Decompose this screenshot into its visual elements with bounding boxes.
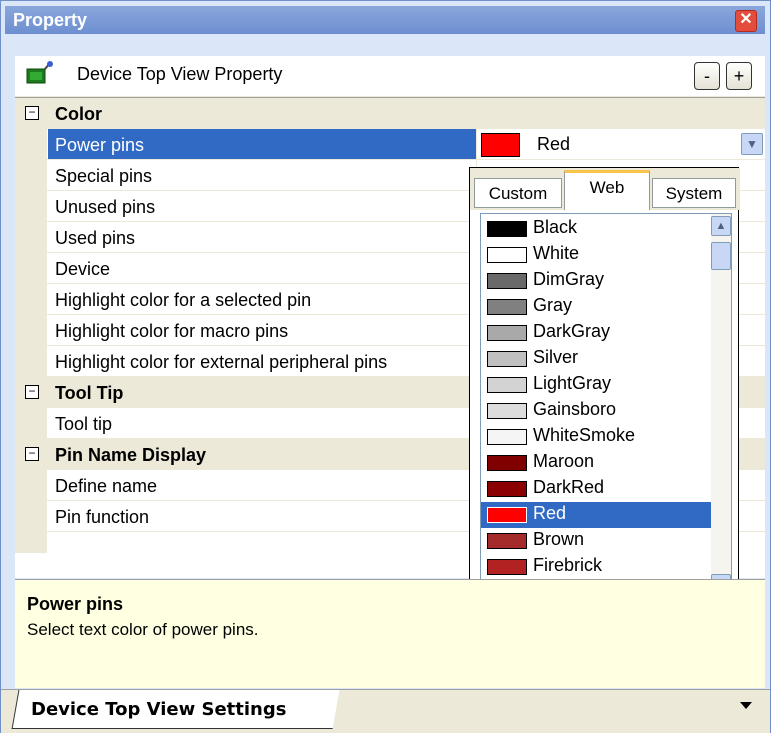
selected-color-swatch [481, 133, 520, 157]
color-swatch [487, 351, 527, 367]
color-swatch [487, 429, 527, 445]
title-bar: Property ✕ [5, 6, 765, 34]
category-row[interactable]: − Color [15, 98, 765, 129]
tab-device-top-view-settings-label: Device Top View Settings [31, 699, 287, 720]
color-list-item[interactable]: Gainsboro [481, 398, 711, 424]
document-tab-strip: Device Top View Settings [1, 689, 770, 733]
close-icon: ✕ [739, 11, 753, 28]
color-name: Gray [533, 295, 573, 315]
color-swatch [487, 221, 527, 237]
collapse-icon[interactable]: − [25, 106, 39, 120]
selected-color-name: Red [537, 134, 571, 154]
color-name: Brown [533, 529, 585, 549]
property-name: Used pins [55, 228, 136, 248]
property-name: Highlight color for macro pins [55, 321, 289, 341]
property-name: Device [55, 259, 111, 279]
color-swatch [487, 273, 527, 289]
color-name: LightGray [533, 373, 612, 393]
property-name: Pin function [55, 507, 150, 527]
category-label: Tool Tip [55, 383, 124, 403]
color-swatch [487, 559, 527, 575]
color-list-item[interactable]: DimGray [481, 268, 711, 294]
property-name: Define name [55, 476, 158, 496]
color-list-scrollbar[interactable]: ▲ ▼ [711, 214, 731, 596]
close-button[interactable]: ✕ [735, 10, 757, 32]
color-list-item[interactable]: Red [481, 502, 711, 528]
category-label: Color [55, 104, 102, 124]
device-chip-icon [26, 61, 53, 84]
collapse-button[interactable]: - [694, 62, 720, 90]
tab-menu-arrow-icon[interactable] [740, 702, 752, 709]
dropdown-toggle-button[interactable]: ▼ [741, 133, 763, 155]
color-picker-dropdown: Custom Web System Black White DimGray Gray D… [469, 167, 740, 604]
color-list-item[interactable]: DarkRed [481, 476, 711, 502]
color-swatch [487, 377, 527, 393]
tab-web[interactable]: Web [564, 170, 650, 210]
color-swatch [487, 403, 527, 419]
category-label: Pin Name Display [55, 445, 207, 465]
description-text: Select text color of power pins. [27, 620, 259, 639]
tab-custom[interactable]: Custom [474, 178, 562, 208]
property-name: Special pins [55, 166, 153, 186]
property-name: Unused pins [55, 197, 156, 217]
color-list-item[interactable]: DarkGray [481, 320, 711, 346]
property-name: Power pins [55, 135, 145, 155]
color-name: Gainsboro [533, 399, 617, 419]
color-list-item[interactable]: Firebrick [481, 554, 711, 580]
color-swatch [487, 299, 527, 315]
header-title: Device Top View Property [77, 64, 283, 84]
chevron-up-icon: ▲ [715, 220, 727, 232]
color-list-item[interactable]: Brown [481, 528, 711, 554]
property-name: Highlight color for external peripheral … [55, 352, 388, 372]
color-name: DarkRed [533, 477, 605, 497]
collapse-icon[interactable]: − [25, 385, 39, 399]
color-value-editor[interactable]: Red ▼ [477, 129, 765, 159]
property-window: Property ✕ Device Top View Property - + … [0, 0, 771, 733]
window-title: Property [13, 10, 88, 30]
color-swatch [487, 455, 527, 471]
color-list-item[interactable]: White [481, 242, 711, 268]
color-name: DarkGray [533, 321, 611, 341]
expand-button[interactable]: + [726, 62, 752, 90]
color-swatch [487, 533, 527, 549]
color-name: WhiteSmoke [533, 425, 636, 445]
color-list-item[interactable]: Maroon [481, 450, 711, 476]
color-swatch [487, 481, 527, 497]
color-list: Black White DimGray Gray DarkGray Silver Light… [480, 213, 732, 597]
color-swatch [487, 507, 527, 523]
property-header: Device Top View Property - + [15, 56, 765, 97]
color-name: Maroon [533, 451, 595, 471]
color-picker-tabs: Custom Web System [470, 168, 740, 210]
collapse-icon[interactable]: − [25, 447, 39, 461]
color-name: Firebrick [533, 555, 603, 575]
property-name: Tool tip [55, 414, 113, 434]
color-swatch [487, 325, 527, 341]
chevron-down-icon: ▼ [746, 137, 758, 151]
color-list-item[interactable]: WhiteSmoke [481, 424, 711, 450]
scroll-up-button[interactable]: ▲ [711, 216, 731, 236]
color-name: Red [533, 503, 567, 523]
tab-system[interactable]: System [652, 178, 736, 208]
color-name: DimGray [533, 269, 604, 289]
description-panel: Power pins Select text color of power pi… [15, 579, 765, 688]
color-list-item[interactable]: Gray [481, 294, 711, 320]
color-swatch [487, 247, 527, 263]
color-list-item[interactable]: Silver [481, 346, 711, 372]
color-list-item[interactable]: Black [481, 216, 711, 242]
color-list-item[interactable]: LightGray [481, 372, 711, 398]
color-name: Black [533, 217, 578, 237]
color-name: Silver [533, 347, 579, 367]
property-name: Highlight color for a selected pin [55, 290, 312, 310]
description-title: Power pins [27, 594, 124, 614]
scroll-thumb[interactable] [711, 242, 731, 270]
color-name: White [533, 243, 580, 263]
